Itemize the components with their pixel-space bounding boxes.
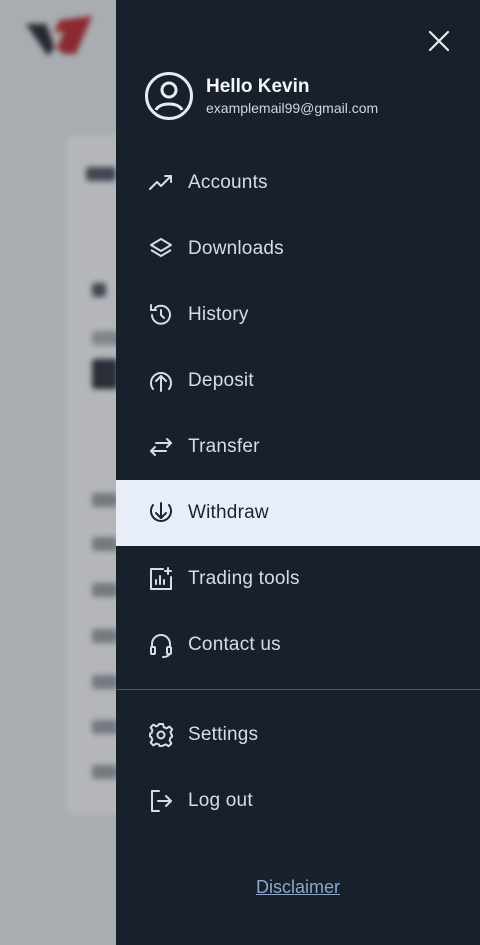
- secondary-menu: Settings Log out: [116, 702, 480, 834]
- menu-item-label: Transfer: [188, 436, 260, 457]
- logout-icon: [147, 787, 175, 815]
- menu-item-contact-us[interactable]: Contact us: [116, 612, 480, 678]
- trending-up-icon: [147, 169, 175, 197]
- menu-item-deposit[interactable]: Deposit: [116, 348, 480, 414]
- disclaimer-link[interactable]: Disclaimer: [116, 877, 480, 898]
- history-icon: [147, 301, 175, 329]
- user-avatar-icon: [145, 72, 193, 120]
- menu-item-label: Accounts: [188, 172, 268, 193]
- menu-item-label: Log out: [188, 790, 253, 811]
- user-profile: Hello Kevin examplemail99@gmail.com: [144, 71, 378, 121]
- menu-item-label: Contact us: [188, 634, 281, 655]
- menu-item-label: Withdraw: [188, 502, 269, 523]
- menu-item-label: Downloads: [188, 238, 284, 259]
- close-icon: [428, 30, 450, 52]
- menu-item-transfer[interactable]: Transfer: [116, 414, 480, 480]
- user-email: examplemail99@gmail.com: [206, 99, 379, 116]
- menu-item-log-out[interactable]: Log out: [116, 768, 480, 834]
- transfer-arrows-icon: [147, 433, 175, 461]
- menu-item-withdraw[interactable]: Withdraw: [116, 480, 480, 546]
- download-circle-icon: [147, 499, 175, 527]
- menu-item-trading-tools[interactable]: Trading tools: [116, 546, 480, 612]
- menu-item-label: Trading tools: [188, 568, 300, 589]
- chart-plus-icon: [147, 565, 175, 593]
- headset-icon: [147, 631, 175, 659]
- user-greeting: Hello Kevin: [206, 75, 310, 97]
- gear-icon: [147, 721, 175, 749]
- menu-item-settings[interactable]: Settings: [116, 702, 480, 768]
- menu-item-label: Settings: [188, 724, 259, 745]
- menu-item-label: History: [188, 304, 249, 325]
- menu-divider: [116, 689, 480, 690]
- close-button[interactable]: [424, 26, 454, 56]
- menu-item-accounts[interactable]: Accounts: [116, 150, 480, 216]
- layers-icon: [147, 235, 175, 263]
- menu-item-history[interactable]: History: [116, 282, 480, 348]
- main-menu: Accounts Downloads History Deposit Trans…: [116, 150, 480, 678]
- upload-circle-icon: [147, 367, 175, 395]
- side-drawer: Hello Kevin examplemail99@gmail.com Acco…: [116, 0, 480, 945]
- menu-item-downloads[interactable]: Downloads: [116, 216, 480, 282]
- menu-item-label: Deposit: [188, 370, 254, 391]
